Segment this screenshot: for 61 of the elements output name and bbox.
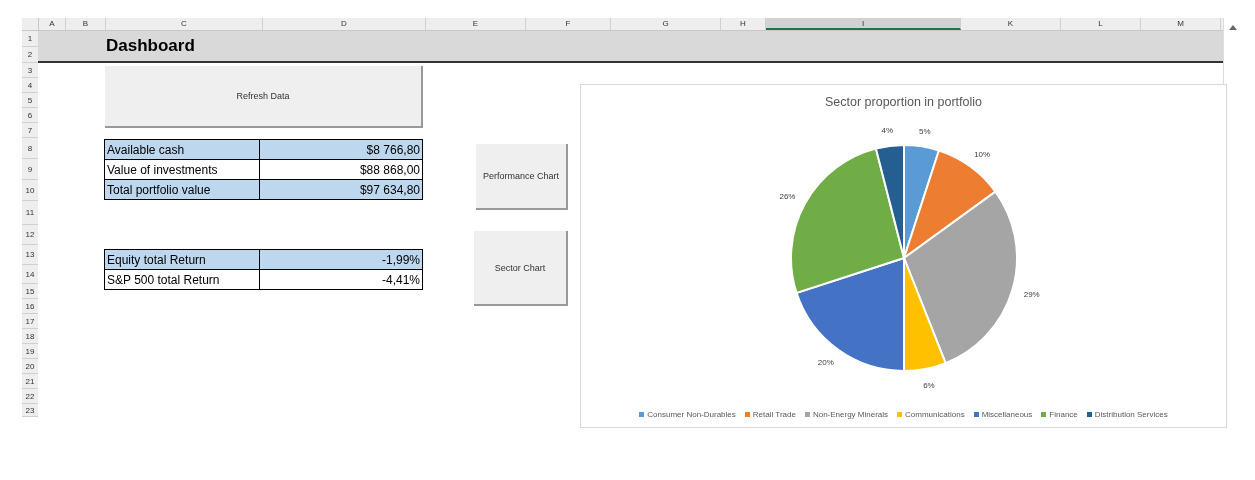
row-header[interactable]: 18 [22,329,38,344]
macro-button[interactable]: Sector Chart [474,231,568,306]
value-cell: -4,41% [259,269,423,290]
macro-button[interactable]: Performance Chart [476,144,568,210]
row-header[interactable]: 20 [22,359,38,374]
column-header[interactable]: K [961,18,1061,30]
macro-button[interactable]: Refresh Data [105,66,423,128]
row-header[interactable]: 22 [22,389,38,404]
column-header[interactable]: L [1061,18,1141,30]
data-label: 4% [881,126,894,135]
row-header[interactable]: 12 [22,225,38,245]
data-label: 5% [919,126,931,136]
data-label: 20% [817,358,834,368]
label-cell: Equity total Return [104,249,260,270]
row-header[interactable]: 16 [22,299,38,314]
row-header[interactable]: 10 [22,180,38,201]
value-cell: -1,99% [259,249,423,270]
value-cell: $8 766,80 [259,139,423,160]
legend-label: Finance [1049,410,1078,419]
column-header[interactable]: F [526,18,611,30]
column-header[interactable]: G [611,18,721,30]
row-header[interactable]: 11 [22,201,38,225]
column-header[interactable]: M [1141,18,1221,30]
row-header[interactable]: 3 [22,63,38,78]
column-header[interactable]: A [39,18,66,30]
column-header[interactable]: D [263,18,426,30]
row-header[interactable]: 21 [22,374,38,389]
legend-label: Miscellaneous [981,410,1033,419]
column-header[interactable]: I [766,18,961,30]
label-cell: Available cash [104,139,260,160]
value-cell: $88 868,00 [259,159,423,180]
legend-label: Retail Trade [752,410,796,419]
data-label: 6% [923,380,935,390]
row-header[interactable]: 14 [22,265,38,284]
legend-label: Communications [905,410,965,419]
data-label: 10% [974,149,991,159]
dashboard-title: Dashboard [106,36,195,56]
row-header[interactable]: 13 [22,245,38,265]
legend-label: Distribution Services [1094,410,1168,419]
row-header[interactable]: 17 [22,314,38,329]
row-header[interactable]: 23 [22,404,38,417]
row-header[interactable]: 15 [22,284,38,299]
data-label: 26% [779,191,796,201]
legend-label: Consumer Non-Durables [647,410,736,419]
label-cell: Total portfolio value [104,179,260,200]
chart-title: Sector proportion in portfolio [824,95,983,109]
scroll-up-icon[interactable] [1229,24,1237,30]
row-header[interactable]: 6 [22,108,38,123]
row-header[interactable]: 5 [22,93,38,108]
column-header[interactable]: C [106,18,263,30]
row-header[interactable]: 4 [22,78,38,93]
row-header[interactable]: 9 [22,159,38,180]
column-header[interactable]: B [66,18,106,30]
row-header[interactable]: 19 [22,344,38,359]
label-cell: Value of investments [104,159,260,180]
label-cell: S&P 500 total Return [104,269,260,290]
row-header[interactable]: 7 [22,123,38,138]
legend-label: Non-Energy Minerals [812,410,889,419]
row-header[interactable]: 8 [22,138,38,159]
column-header[interactable]: E [426,18,526,30]
data-label: 29% [1023,290,1040,299]
